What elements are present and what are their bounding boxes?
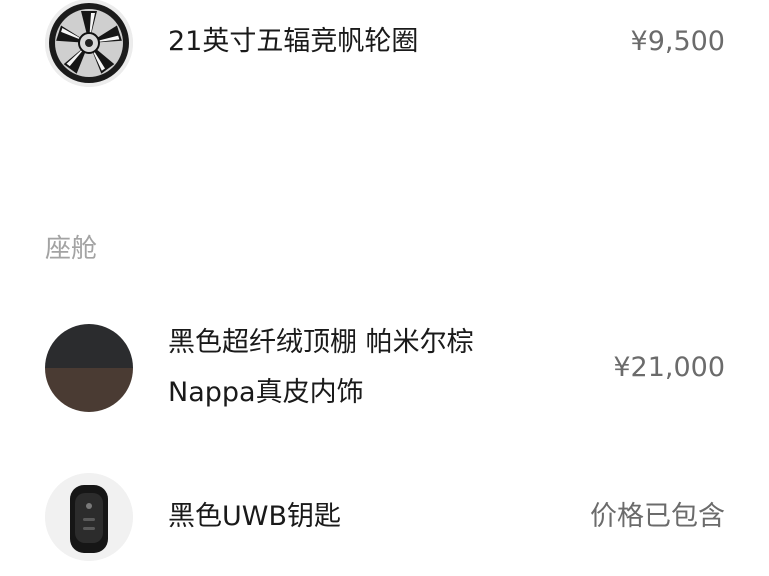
swatch-top-color — [45, 324, 133, 368]
option-name: 黑色UWB钥匙 — [168, 501, 341, 532]
option-name-line1: 黑色超纤绒顶棚 帕米尔棕 — [168, 327, 474, 358]
interior-color-swatch-icon — [45, 324, 133, 412]
option-price: ¥21,000 — [613, 352, 725, 383]
option-row-key[interactable]: 黑色UWB钥匙 价格已包含 — [0, 470, 769, 576]
car-key-icon — [45, 473, 133, 561]
section-title-cabin: 座舱 — [45, 234, 98, 264]
option-name: 21英寸五辐竞帆轮圈 — [168, 26, 419, 57]
option-row-wheel[interactable]: 21英寸五辐竞帆轮圈 ¥9,500 — [0, 0, 769, 110]
wheel-rim-icon — [45, 0, 133, 87]
option-row-interior[interactable]: 黑色超纤绒顶棚 帕米尔棕 Nappa真皮内饰 ¥21,000 — [0, 310, 769, 430]
option-price: 价格已包含 — [590, 501, 725, 532]
option-price: ¥9,500 — [630, 26, 725, 57]
swatch-bottom-color — [45, 368, 133, 412]
option-name-line2: Nappa真皮内饰 — [168, 377, 364, 408]
